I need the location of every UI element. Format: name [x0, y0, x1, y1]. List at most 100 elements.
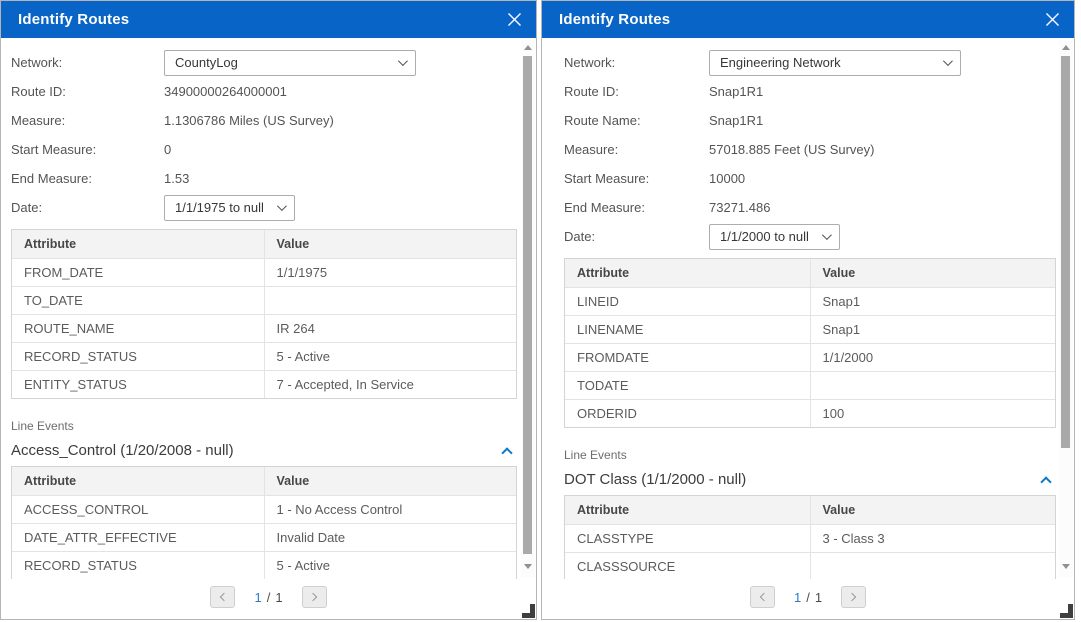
resize-grip[interactable] — [1060, 604, 1073, 618]
next-page-button[interactable] — [841, 586, 866, 608]
line-events-section-header[interactable]: DOT Class (1/1/2000 - null) — [564, 470, 1056, 488]
table-cell: TO_DATE — [12, 287, 264, 314]
field-row: Date: 1/1/2000 to null — [564, 222, 1054, 251]
field-label: Network: — [11, 55, 164, 70]
close-icon[interactable] — [506, 11, 523, 28]
table-cell: Invalid Date — [264, 524, 517, 551]
table-cell: Snap1 — [810, 316, 1056, 343]
table-row: RECORD_STATUS5 - Active — [12, 342, 516, 370]
table-cell: 7 - Accepted, In Service — [264, 371, 517, 398]
table-row: DATE_ATTR_EFFECTIVEInvalid Date — [12, 523, 516, 551]
table-cell: LINENAME — [565, 316, 810, 343]
line-events-section-header[interactable]: Access_Control (1/20/2008 - null) — [11, 441, 517, 459]
network-dropdown[interactable]: CountyLog — [164, 50, 416, 76]
chevron-down-icon — [943, 56, 953, 66]
scrollbar[interactable] — [1059, 40, 1073, 577]
field-value: Snap1R1 — [709, 113, 763, 128]
column-header: Value — [264, 467, 517, 495]
page-indicator: 1 / 1 — [254, 590, 282, 605]
table-header-row: AttributeValue — [565, 496, 1055, 524]
table-row: ACCESS_CONTROL1 - No Access Control — [12, 495, 516, 523]
table-cell: CLASSTYPE — [565, 525, 810, 552]
total-pages: 1 — [815, 590, 822, 605]
close-icon[interactable] — [1044, 11, 1061, 28]
field-row: Measure:1.1306786 Miles (US Survey) — [11, 106, 516, 135]
table-row: LINENAMESnap1 — [565, 315, 1055, 343]
line-events-label: Line Events — [11, 419, 516, 433]
table-row: TO_DATE — [12, 286, 516, 314]
table-cell: 1/1/1975 — [264, 259, 517, 286]
chevron-left-icon — [220, 593, 228, 601]
prev-page-button[interactable] — [750, 586, 775, 608]
field-row: Route ID:34900000264000001 — [11, 77, 516, 106]
scrollbar-thumb[interactable] — [523, 56, 532, 554]
window-header[interactable]: Identify Routes — [542, 1, 1074, 38]
column-header: Attribute — [565, 496, 810, 524]
table-cell: 1 - No Access Control — [264, 496, 517, 523]
resize-grip[interactable] — [522, 604, 535, 618]
panel-body: Network:Engineering NetworkRoute ID:Snap… — [542, 38, 1074, 579]
column-header: Value — [264, 230, 517, 258]
line-events-section-title: DOT Class (1/1/2000 - null) — [564, 471, 746, 488]
chevron-right-icon — [848, 593, 856, 601]
network-dropdown[interactable]: Engineering Network — [709, 50, 961, 76]
chevron-up-icon[interactable] — [1040, 476, 1051, 487]
column-header: Attribute — [565, 259, 810, 287]
table-row: LINEIDSnap1 — [565, 287, 1055, 315]
field-value: 10000 — [709, 171, 745, 186]
current-page: 1 — [794, 590, 801, 605]
table-row: ENTITY_STATUS7 - Accepted, In Service — [12, 370, 516, 398]
table-cell: FROMDATE — [565, 344, 810, 371]
window-title: Identify Routes — [18, 11, 129, 28]
scroll-up-icon[interactable] — [524, 45, 532, 50]
field-row: End Measure:73271.486 — [564, 193, 1054, 222]
field-value: 73271.486 — [709, 200, 770, 215]
field-row: Measure:57018.885 Feet (US Survey) — [564, 135, 1054, 164]
table-row: RECORD_STATUS5 - Active — [12, 551, 516, 579]
field-label: Route ID: — [11, 84, 164, 99]
date-dropdown[interactable]: 1/1/2000 to null — [709, 224, 840, 250]
chevron-up-icon[interactable] — [501, 447, 512, 458]
table-cell: Snap1 — [810, 288, 1056, 315]
panel-body: Network:CountyLogRoute ID:34900000264000… — [1, 38, 536, 579]
total-pages: 1 — [275, 590, 282, 605]
scroll-up-icon[interactable] — [1062, 45, 1070, 50]
window-header[interactable]: Identify Routes — [1, 1, 536, 38]
field-value: 34900000264000001 — [164, 84, 287, 99]
date-dropdown[interactable]: 1/1/1975 to null — [164, 195, 295, 221]
table-cell: LINEID — [565, 288, 810, 315]
prev-page-button[interactable] — [210, 586, 235, 608]
dropdown-value: Engineering Network — [720, 55, 841, 70]
scroll-down-icon[interactable] — [524, 564, 532, 569]
line-events-table: AttributeValueACCESS_CONTROL1 - No Acces… — [11, 466, 517, 579]
dropdown-value: 1/1/2000 to null — [720, 229, 809, 244]
field-label: Measure: — [11, 113, 164, 128]
table-cell: ORDERID — [565, 400, 810, 427]
field-row: Start Measure:0 — [11, 135, 516, 164]
chevron-down-icon — [277, 201, 287, 211]
attribute-table: AttributeValueLINEIDSnap1LINENAMESnap1FR… — [564, 258, 1056, 428]
field-label: Measure: — [564, 142, 709, 157]
table-cell: ACCESS_CONTROL — [12, 496, 264, 523]
next-page-button[interactable] — [302, 586, 327, 608]
field-list: Network: Engineering Network Route ID:Snap… — [564, 48, 1054, 251]
current-page: 1 — [254, 590, 261, 605]
page-separator: / — [267, 590, 271, 605]
field-value: Snap1R1 — [709, 84, 763, 99]
field-label: Date: — [564, 229, 709, 244]
scrollbar-thumb[interactable] — [1061, 56, 1070, 448]
field-list: Network:CountyLogRoute ID:34900000264000… — [11, 48, 516, 222]
table-cell — [810, 372, 1056, 399]
field-label: End Measure: — [11, 171, 164, 186]
column-header: Value — [810, 496, 1056, 524]
scrollbar[interactable] — [521, 40, 535, 577]
column-header: Attribute — [12, 230, 264, 258]
field-row: Network:CountyLog — [11, 48, 516, 77]
table-cell: 5 - Active — [264, 552, 517, 579]
field-label: Route ID: — [564, 84, 709, 99]
scroll-down-icon[interactable] — [1062, 564, 1070, 569]
field-label: End Measure: — [564, 200, 709, 215]
field-label: Date: — [11, 200, 164, 215]
field-label: Network: — [564, 55, 709, 70]
chevron-down-icon — [398, 56, 408, 66]
